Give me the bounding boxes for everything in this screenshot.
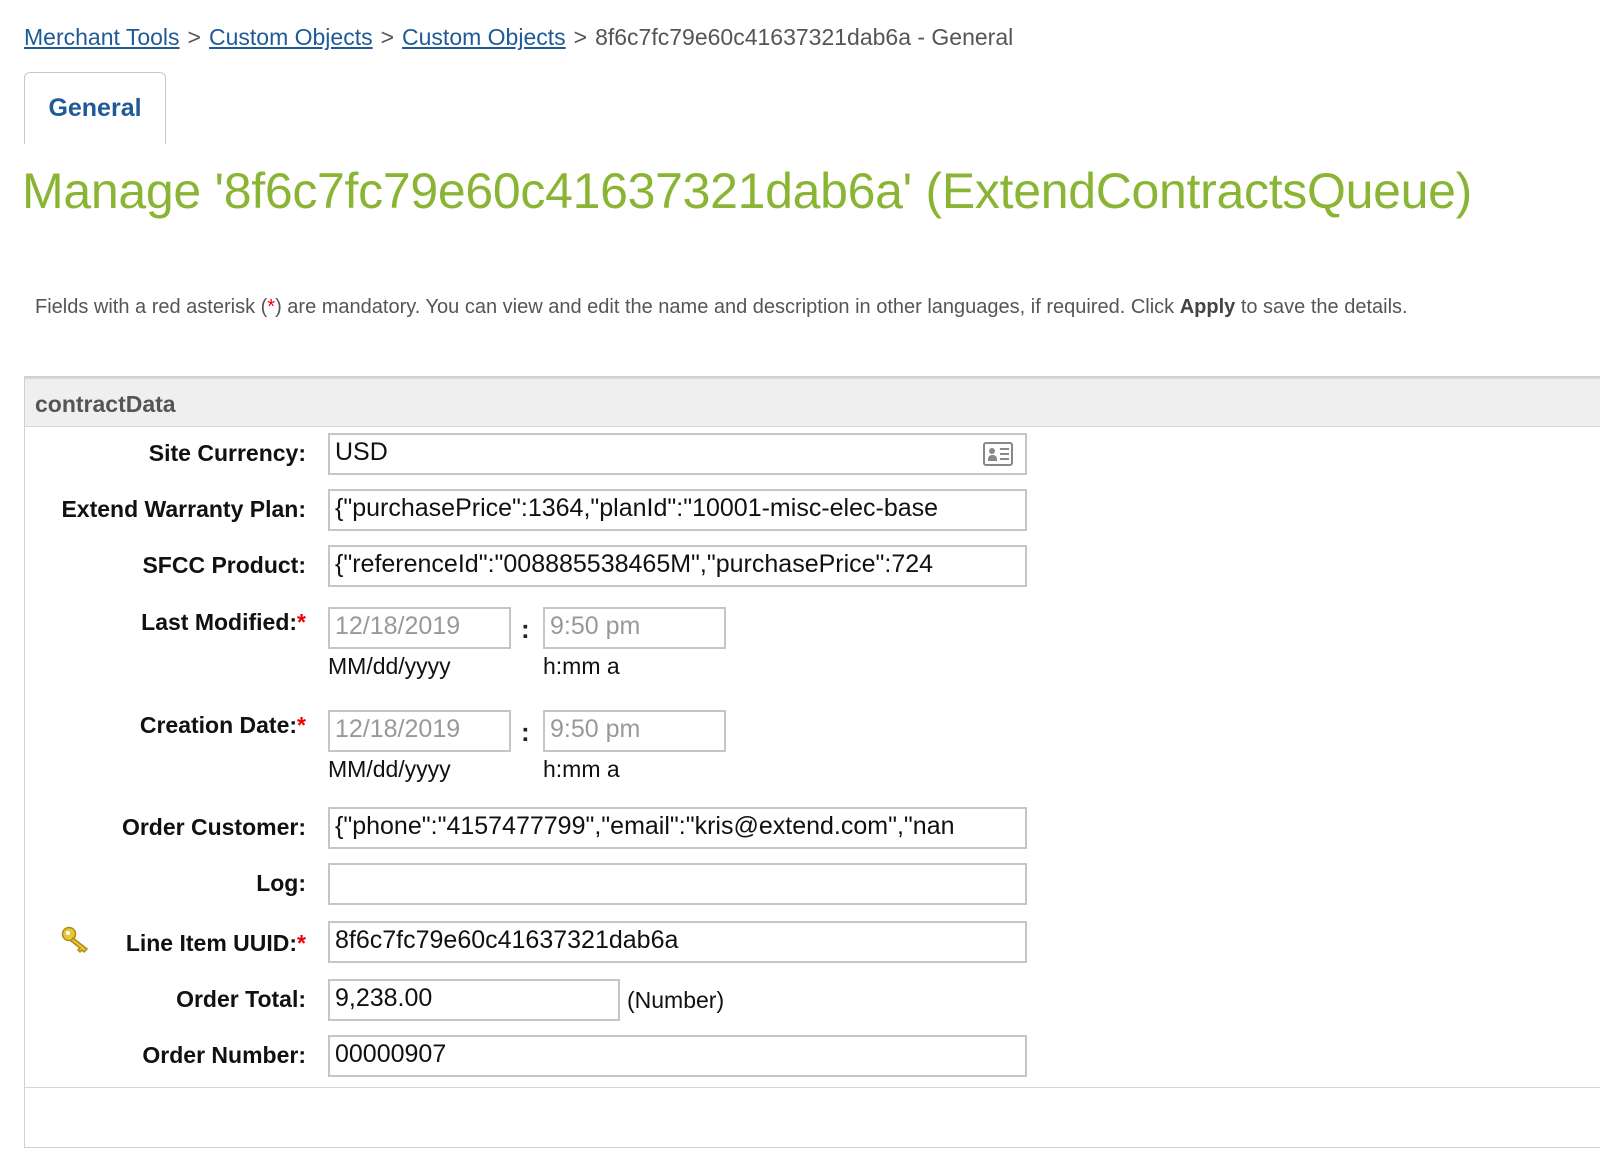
line-item-uuid-input[interactable]: 8f6c7fc79e60c41637321dab6a: [328, 921, 1027, 963]
required-asterisk: *: [267, 296, 276, 318]
required-asterisk: *: [297, 609, 306, 635]
instructions-text: Fields with a red asterisk (*) are manda…: [35, 296, 1408, 319]
order-number-input[interactable]: 00000907: [328, 1035, 1027, 1077]
tab-bar: General: [24, 72, 1600, 144]
order-total-type-hint: (Number): [627, 987, 725, 1013]
tab-general[interactable]: General: [24, 72, 166, 144]
panel-divider: [25, 1087, 1600, 1088]
breadcrumb-separator: >: [187, 24, 201, 50]
creation-date-time-input[interactable]: 9:50 pm: [543, 710, 726, 752]
time-format-hint: h:mm a: [543, 756, 620, 782]
contact-card-icon[interactable]: [983, 442, 1013, 466]
breadcrumb-link-custom-objects[interactable]: Custom Objects: [209, 24, 373, 50]
panel-header: contractData: [25, 377, 1600, 427]
instructions-apply: Apply: [1179, 296, 1236, 318]
breadcrumb-separator: >: [573, 24, 588, 50]
line-item-uuid-label: Line Item UUID:*: [24, 930, 306, 957]
log-input[interactable]: [328, 863, 1027, 905]
time-separator: :: [521, 614, 530, 644]
extend-warranty-plan-label: Extend Warranty Plan:: [61, 496, 306, 522]
time-format-hint: h:mm a: [543, 653, 620, 679]
order-customer-input[interactable]: {"phone":"4157477799","email":"kris@exte…: [328, 807, 1027, 849]
order-customer-label: Order Customer:: [121, 814, 306, 840]
breadcrumb: Merchant Tools > Custom Objects > Custom Obj…: [24, 24, 1013, 51]
order-number-label: Order Number:: [142, 1042, 306, 1068]
extend-warranty-plan-input[interactable]: {"purchasePrice":1364,"planId":"10001-mi…: [328, 489, 1027, 531]
page-title: Manage '8f6c7fc79e60c41637321dab6a' (Ext…: [22, 163, 1472, 219]
required-asterisk: *: [297, 930, 306, 956]
last-modified-label-text: Last Modified:: [141, 609, 298, 635]
creation-date-label: Creation Date:*: [24, 712, 306, 739]
site-currency-value: USD: [335, 438, 388, 466]
section-title: contractData: [35, 391, 176, 417]
time-separator: :: [521, 717, 530, 747]
sfcc-product-input[interactable]: {"referenceId":"008885538465M","purchase…: [328, 545, 1027, 587]
last-modified-time-input[interactable]: 9:50 pm: [543, 607, 726, 649]
last-modified-label: Last Modified:*: [24, 609, 306, 636]
date-format-hint: MM/dd/yyyy: [328, 756, 451, 782]
site-currency-label: Site Currency:: [148, 440, 306, 466]
log-label: Log:: [256, 870, 306, 896]
breadcrumb-current: 8f6c7fc79e60c41637321dab6a - General: [595, 24, 1014, 50]
creation-date-date-input[interactable]: 12/18/2019: [328, 710, 511, 752]
sfcc-product-label: SFCC Product:: [142, 552, 306, 578]
date-format-hint: MM/dd/yyyy: [328, 653, 451, 679]
breadcrumb-link-merchant-tools[interactable]: Merchant Tools: [24, 24, 180, 50]
order-total-input[interactable]: 9,238.00: [328, 979, 620, 1021]
line-item-uuid-label-text: Line Item UUID:: [125, 930, 298, 956]
instructions-part2: ) are mandatory. You can view and edit t…: [275, 296, 1180, 318]
instructions-part3: to save the details.: [1235, 296, 1408, 318]
order-total-label: Order Total:: [176, 986, 306, 1012]
creation-date-label-text: Creation Date:: [139, 712, 298, 738]
breadcrumb-link-custom-objects-2[interactable]: Custom Objects: [402, 24, 566, 50]
required-asterisk: *: [297, 712, 306, 738]
instructions-part1: Fields with a red asterisk (: [35, 296, 268, 318]
site-currency-input[interactable]: USD: [328, 433, 1027, 475]
breadcrumb-separator: >: [380, 24, 395, 50]
last-modified-date-input[interactable]: 12/18/2019: [328, 607, 511, 649]
